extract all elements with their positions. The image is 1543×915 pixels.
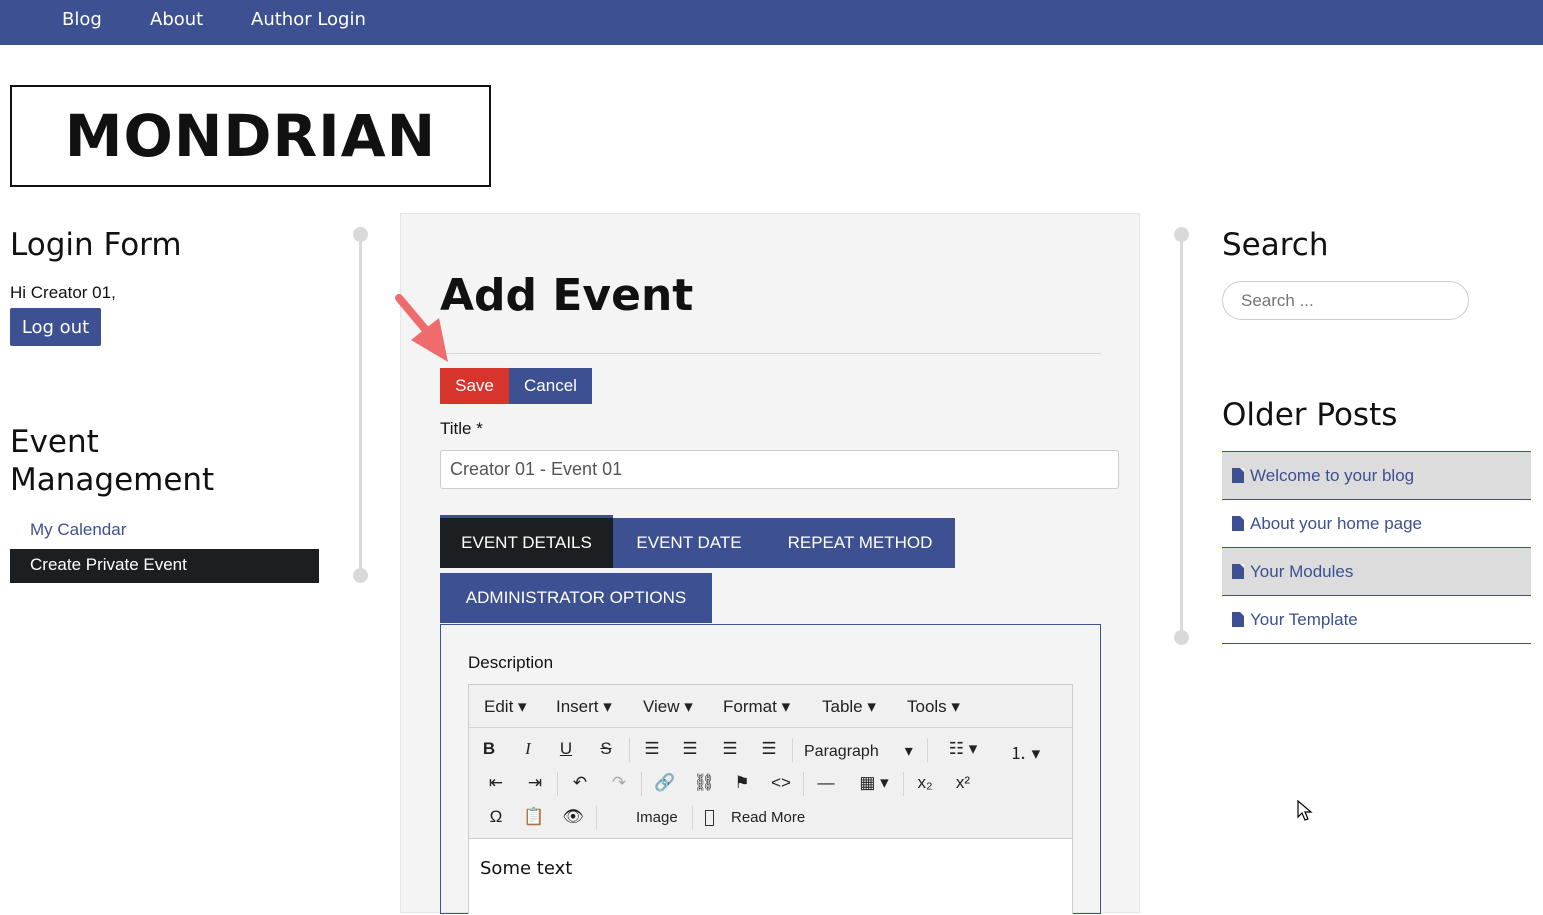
align-right-icon[interactable]: ☰ (717, 739, 743, 759)
toolbar-separator (692, 806, 693, 830)
greeting-text: Hi Creator 01, (10, 283, 116, 302)
link-icon[interactable]: 🔗 (652, 773, 678, 793)
paragraph-format-select[interactable]: Paragraph ▾ (804, 741, 913, 761)
tab-event-details[interactable]: EVENT DETAILS (440, 515, 613, 568)
toolbar-separator (792, 738, 793, 762)
italic-icon[interactable]: I (515, 739, 541, 759)
table-icon[interactable]: ▦ ▾ (853, 773, 895, 793)
post-link-about-home[interactable]: About your home page (1222, 500, 1531, 548)
bullet-list-icon[interactable]: ☷ ▾ (938, 739, 988, 759)
document-icon (1232, 516, 1244, 531)
document-icon (1232, 468, 1244, 483)
image-button[interactable]: Image (636, 809, 678, 826)
top-nav-bar: Blog About Author Login (0, 0, 1543, 45)
logout-button[interactable]: Log out (10, 308, 101, 346)
nav-blog-link[interactable]: Blog (62, 9, 102, 30)
align-justify-icon[interactable]: ☰ (756, 739, 782, 759)
title-divider (440, 353, 1101, 354)
editor-menu-edit[interactable]: Edit ▾ (484, 697, 527, 717)
nav-about-link[interactable]: About (150, 9, 203, 30)
unlink-icon[interactable]: ⛓ (691, 773, 717, 793)
editor-menu-insert[interactable]: Insert ▾ (556, 697, 612, 717)
event-heading-line1: Event (10, 424, 99, 460)
paste-icon[interactable]: 📋 (521, 807, 547, 827)
page-title: Add Event (440, 270, 694, 321)
event-heading-line2: Management (10, 462, 215, 498)
toolbar-separator (927, 738, 928, 762)
description-label: Description (468, 653, 554, 672)
older-posts-heading: Older Posts (1222, 397, 1398, 433)
indent-icon[interactable]: ⇥ (522, 773, 548, 793)
outdent-icon[interactable]: ⇤ (483, 773, 509, 793)
nav-author-login-link[interactable]: Author Login (251, 9, 366, 30)
title-field[interactable] (440, 450, 1119, 489)
horizontal-rule-icon[interactable]: — (813, 773, 839, 793)
numbered-list-icon[interactable]: ⒈ ▾ (1000, 739, 1050, 764)
post-link-welcome[interactable]: Welcome to your blog (1222, 452, 1531, 500)
editor-body-text: Some text (480, 858, 573, 879)
left-divider-dot-top (353, 227, 368, 242)
cancel-button[interactable]: Cancel (509, 368, 592, 404)
post-link-your-template[interactable]: Your Template (1222, 596, 1531, 644)
left-divider (359, 234, 362, 575)
bookmark-icon[interactable]: ⚑ (729, 773, 755, 793)
tab-event-date[interactable]: EVENT DATE (613, 518, 765, 568)
redo-icon[interactable]: ↷ (606, 773, 632, 793)
toolbar-separator (629, 738, 630, 762)
toolbar-separator (596, 806, 597, 830)
toolbar-separator (557, 772, 558, 796)
pointer-arrow-icon (395, 294, 448, 362)
save-button[interactable]: Save (440, 368, 509, 404)
menu-item-create-private-event[interactable]: Create Private Event (10, 549, 319, 583)
login-form-heading: Login Form (10, 227, 182, 263)
site-logo[interactable]: MONDRIAN (10, 85, 491, 187)
superscript-icon[interactable]: x² (950, 773, 976, 793)
code-icon[interactable]: <> (768, 773, 794, 793)
editor-menu-format[interactable]: Format ▾ (723, 697, 790, 717)
preview-eye-icon[interactable]: 👁 (560, 807, 586, 827)
toolbar-separator (641, 772, 642, 796)
toolbar-separator (903, 772, 904, 796)
bold-icon[interactable]: B (476, 739, 502, 759)
logo-text: MONDRIAN (64, 102, 437, 170)
menu-item-my-calendar[interactable]: My Calendar (30, 520, 126, 540)
right-divider-dot-top (1174, 227, 1189, 242)
right-divider (1180, 234, 1183, 637)
tab-repeat-method[interactable]: REPEAT METHOD (765, 518, 955, 568)
undo-icon[interactable]: ↶ (567, 773, 593, 793)
document-icon (1232, 612, 1244, 627)
mouse-cursor-icon (1297, 800, 1313, 821)
align-center-icon[interactable]: ☰ (677, 739, 703, 759)
underline-icon[interactable]: U (553, 739, 579, 759)
document-icon (1232, 564, 1244, 579)
title-field-label: Title * (440, 419, 483, 438)
editor-menu-view[interactable]: View ▾ (643, 697, 693, 717)
search-input[interactable] (1222, 281, 1469, 320)
post-link-your-modules[interactable]: Your Modules (1222, 548, 1531, 596)
toolbar-divider (469, 727, 1072, 728)
special-character-icon[interactable]: Ω (483, 807, 509, 827)
right-divider-dot-bottom (1174, 630, 1189, 645)
read-more-icon (705, 810, 714, 826)
editor-menu-tools[interactable]: Tools ▾ (907, 697, 960, 717)
toolbar-separator (803, 772, 804, 796)
search-heading: Search (1222, 227, 1329, 263)
tab-administrator-options[interactable]: ADMINISTRATOR OPTIONS (440, 573, 712, 623)
align-left-icon[interactable]: ☰ (639, 739, 665, 759)
event-management-heading: Event Management (10, 423, 214, 499)
subscript-icon[interactable]: x₂ (912, 773, 938, 793)
left-divider-dot-bottom (353, 568, 368, 583)
strikethrough-icon[interactable]: S (593, 739, 619, 759)
editor-menu-table[interactable]: Table ▾ (822, 697, 876, 717)
editor-content-area[interactable]: Some text (469, 838, 1072, 915)
read-more-button[interactable]: Read More (731, 809, 805, 826)
